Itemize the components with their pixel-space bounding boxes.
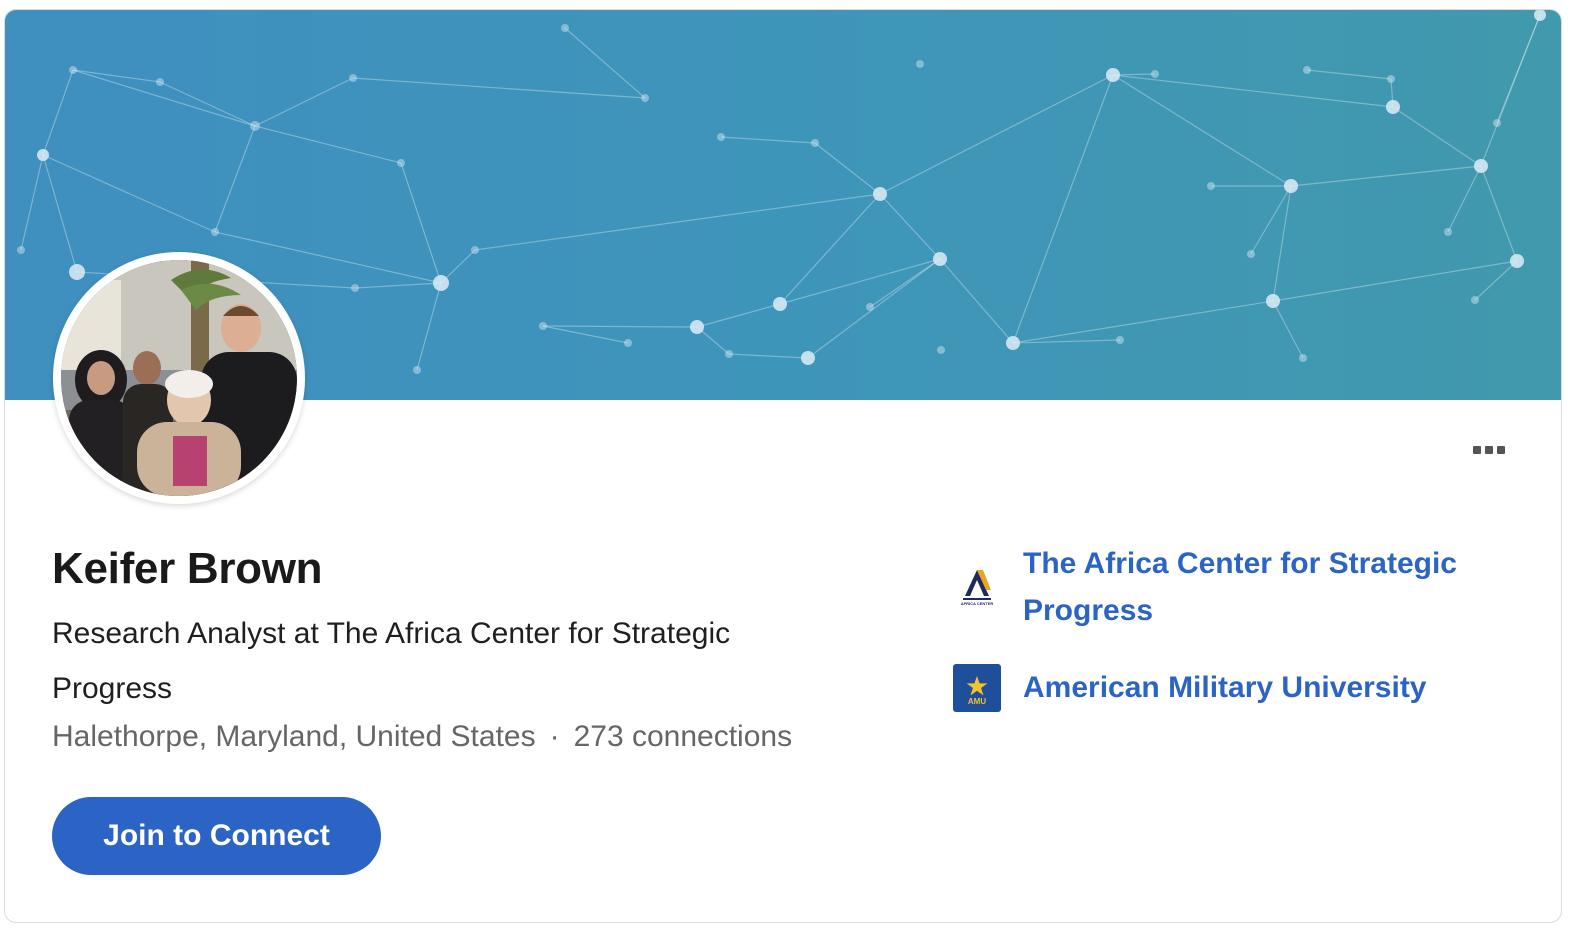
network-node [866,303,874,311]
network-node [539,322,547,330]
network-node [1284,179,1298,193]
network-node [413,366,421,374]
meta-separator: · [549,720,560,753]
network-node [725,350,733,358]
profile-photo [61,260,297,496]
network-node [873,187,887,201]
network-node [156,78,164,86]
network-node [773,297,787,311]
network-node [717,133,725,141]
network-node [1116,336,1124,344]
network-node [1474,159,1488,173]
more-options-button[interactable] [1465,438,1513,462]
network-node [69,264,85,280]
profile-card: Keifer Brown Research Analyst at The Afr… [4,9,1562,923]
amu-logo-text: AMU [968,697,986,706]
avatar[interactable] [53,252,305,504]
network-node [1303,66,1311,74]
network-node [250,121,260,131]
network-node [433,275,449,291]
network-node [811,139,819,147]
network-node [1207,182,1215,190]
more-horizontal-icon [1473,446,1481,454]
network-node [1106,68,1120,82]
network-node [561,24,569,32]
network-node [211,228,219,236]
education-link[interactable]: AMU American Military University [953,664,1503,712]
africa-center-logo-text: AFRICA CENTER [961,601,994,606]
network-node [397,159,405,167]
amu-logo: AMU [953,664,1001,712]
connections-count: 273 connections [573,720,793,753]
network-node [351,284,359,292]
network-node [471,246,479,254]
network-node [1299,354,1307,362]
africa-center-logo: AFRICA CENTER [953,564,1001,612]
network-node [37,149,49,161]
network-node [641,94,649,102]
network-node [937,346,945,354]
network-node [1006,336,1020,350]
network-node [1493,119,1501,127]
org-name: American Military University [1023,671,1427,704]
network-node [624,339,632,347]
network-node [69,66,77,74]
network-node [933,252,947,266]
network-node [1266,294,1280,308]
org-name: The Africa Center for Strategic Progress [1023,547,1457,627]
network-node [349,74,357,82]
network-node [17,246,25,254]
network-node [1247,250,1255,258]
network-node [1386,100,1400,114]
profile-meta: Halethorpe, Maryland, United States · 273 … [52,720,792,754]
network-node [1444,228,1452,236]
network-node [1510,254,1524,268]
profile-location: Halethorpe, Maryland, United States [52,720,536,753]
profile-name: Keifer Brown [52,544,323,593]
experience-link[interactable]: AFRICA CENTER The Africa Center for Stra… [953,540,1503,634]
profile-headline: Research Analyst at The Africa Center fo… [52,617,731,705]
network-node [1387,75,1395,83]
network-node [1471,296,1479,304]
network-node [916,60,924,68]
network-node [690,320,704,334]
join-to-connect-button[interactable]: Join to Connect [52,797,381,875]
network-node [1534,10,1546,21]
network-node [801,351,815,365]
network-node [1151,70,1159,78]
